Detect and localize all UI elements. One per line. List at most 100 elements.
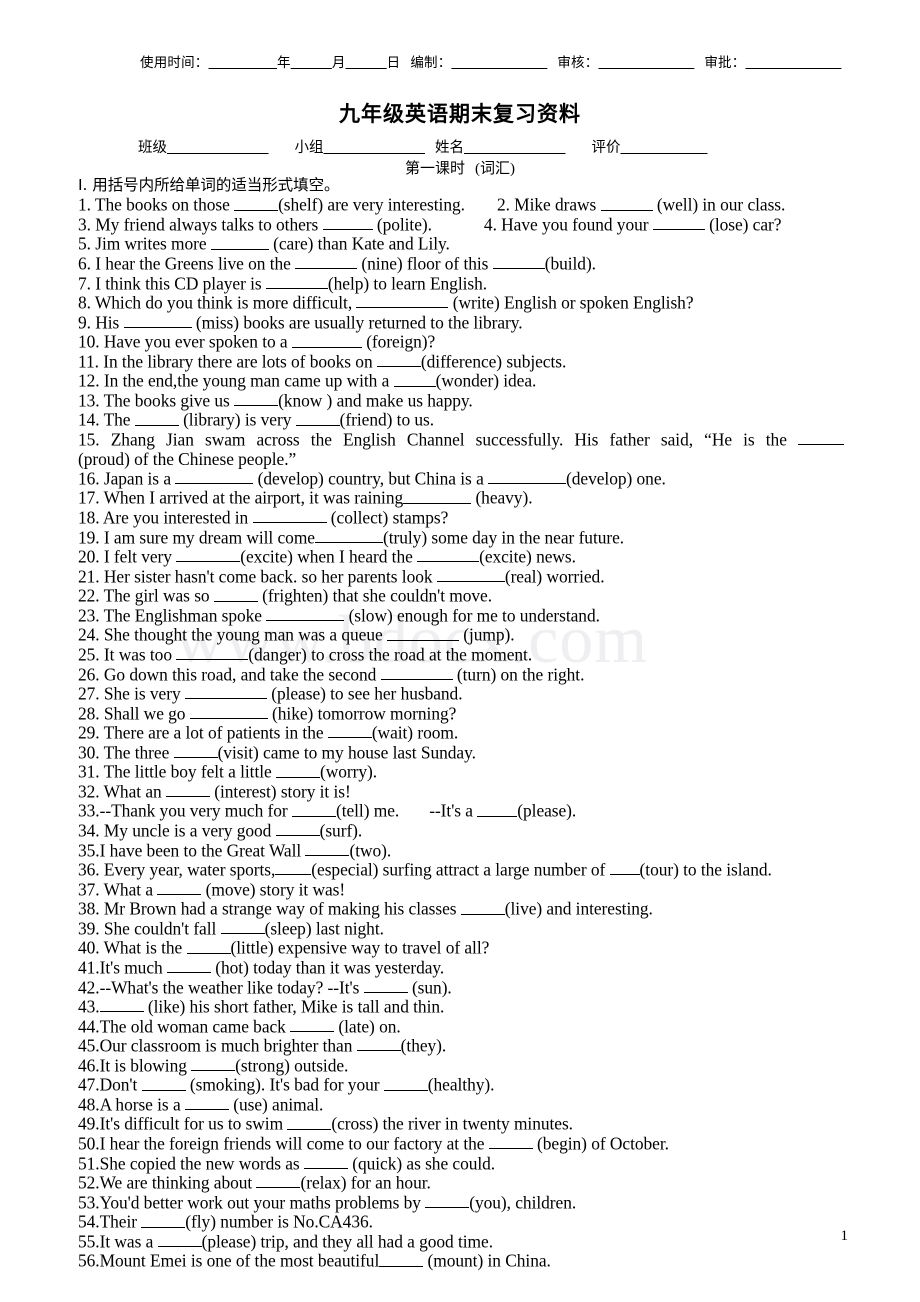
answer-blank[interactable]: [157, 880, 202, 895]
question-number-text: 35.I have been to the Great Wall: [78, 839, 306, 860]
question-line: 16. Japan is a (develop) country, but Ch…: [78, 469, 844, 489]
answer-blank[interactable]: [157, 1232, 202, 1248]
lesson-subtitle-en: (词汇): [475, 161, 515, 177]
question-line: 43. (like) his short father, Mike is tal…: [78, 997, 844, 1017]
answer-blank[interactable]: [383, 1075, 428, 1091]
question-text: (please) trip, and they all had a good t…: [201, 1231, 493, 1252]
answer-blank[interactable]: [295, 254, 358, 270]
question-text: (shelf) are very interesting.: [278, 194, 465, 215]
answer-blank[interactable]: [492, 254, 545, 270]
question-line: 35.I have been to the Great Wall (two).: [78, 839, 844, 861]
reviewed-by-label: 审核：: [557, 55, 599, 71]
answer-blank[interactable]: [275, 860, 312, 876]
question-text: 15. Zhang Jian swam across the English C…: [78, 429, 798, 450]
question-text: (interest) story it is!: [209, 781, 351, 802]
question-text: (polite).: [372, 214, 432, 235]
question-text: (tell) me.: [335, 800, 400, 821]
answer-blank[interactable]: [303, 1154, 348, 1169]
answer-blank[interactable]: [213, 586, 258, 602]
answer-blank[interactable]: [322, 215, 373, 231]
questions-list: 1. The books on those (shelf) are very i…: [78, 195, 844, 1271]
answer-blank[interactable]: [417, 547, 480, 563]
question-text: (lose) car?: [704, 214, 782, 235]
answer-blank[interactable]: [327, 723, 372, 739]
answer-blank[interactable]: [305, 841, 350, 856]
answer-blank[interactable]: [265, 274, 328, 289]
question-text: (wonder) idea.: [435, 370, 537, 391]
question-number-text: 34. My uncle is a very good: [78, 820, 276, 841]
answer-blank[interactable]: [386, 625, 459, 641]
question-text: (mount) in China.: [423, 1250, 551, 1271]
question-number-text: 48.A horse is a: [78, 1094, 185, 1115]
answer-blank[interactable]: [256, 1173, 301, 1189]
answer-blank[interactable]: [393, 371, 436, 387]
question-line: 11. In the library there are lots of boo…: [78, 351, 844, 372]
question-text: (hike) tomorrow morning?: [267, 702, 457, 723]
answer-blank[interactable]: [356, 293, 449, 309]
answer-blank[interactable]: [123, 313, 192, 328]
question-number-text: 50.I hear the foreign friends will come …: [78, 1133, 489, 1154]
answer-blank[interactable]: [252, 508, 327, 524]
question-line: 32. What an (interest) story it is!: [78, 782, 844, 802]
answer-blank[interactable]: [176, 645, 249, 661]
evaluation-label: 评价: [591, 140, 621, 156]
answer-blank[interactable]: [134, 410, 179, 426]
question-text: (they).: [400, 1035, 447, 1056]
answer-blank[interactable]: [488, 1134, 533, 1150]
answer-blank[interactable]: [291, 332, 362, 348]
answer-blank[interactable]: [436, 567, 505, 582]
answer-blank[interactable]: [600, 195, 653, 211]
answer-blank[interactable]: [376, 352, 421, 368]
question-line: 24. She thought the young man was a queu…: [78, 625, 844, 645]
answer-blank[interactable]: [356, 1036, 401, 1052]
answer-blank[interactable]: [141, 1075, 186, 1091]
use-time-blank: ＿＿＿＿＿: [208, 55, 277, 71]
question-number-text: 14. The: [78, 409, 135, 430]
answer-blank[interactable]: [210, 234, 269, 250]
answer-blank[interactable]: [166, 958, 211, 974]
answer-blank[interactable]: [275, 762, 320, 778]
answer-blank[interactable]: [314, 528, 383, 543]
answer-blank[interactable]: [191, 1056, 236, 1072]
answer-blank[interactable]: [460, 899, 505, 915]
answer-blank[interactable]: [220, 919, 265, 935]
answer-blank[interactable]: [275, 821, 320, 837]
answer-blank[interactable]: [141, 1212, 186, 1228]
question-line: 6. I hear the Greens live on the (nine) …: [78, 254, 844, 274]
answer-blank[interactable]: [99, 997, 144, 1013]
answer-blank[interactable]: [266, 606, 345, 622]
answer-blank[interactable]: [186, 938, 231, 954]
question-number-text: 8. Which do you think is more difficult,: [78, 292, 357, 313]
answer-blank[interactable]: [425, 1193, 470, 1208]
question-number-text: 33.--Thank you very much for: [78, 800, 292, 821]
answer-blank[interactable]: [403, 488, 472, 504]
answer-blank[interactable]: [287, 1114, 332, 1130]
answer-blank[interactable]: [379, 1251, 424, 1267]
answer-blank[interactable]: [176, 547, 241, 563]
question-number-text: 21. Her sister hasn't come back. so her …: [78, 565, 437, 586]
answer-blank[interactable]: [290, 1017, 335, 1032]
document-page: www.bdocx.com 使用时间：＿＿＿＿＿年＿＿＿月＿＿＿日 编制：＿＿＿＿…: [0, 0, 920, 1302]
approved-by-blank: ＿＿＿＿＿＿＿: [745, 55, 842, 71]
answer-blank[interactable]: [609, 860, 640, 876]
answer-blank[interactable]: [175, 469, 254, 485]
answer-blank[interactable]: [291, 801, 336, 817]
answer-blank[interactable]: [184, 1095, 229, 1111]
question-number-text: 1. The books on those: [78, 194, 235, 215]
answer-blank[interactable]: [477, 801, 518, 817]
answer-blank[interactable]: [363, 978, 408, 993]
answer-blank[interactable]: [165, 782, 210, 798]
answer-blank[interactable]: [184, 684, 267, 700]
answer-blank[interactable]: [652, 215, 705, 231]
question-line: 1. The books on those (shelf) are very i…: [78, 195, 844, 215]
question-line: 33.--Thank you very much for (tell) me. -…: [78, 801, 844, 821]
answer-blank[interactable]: [798, 430, 844, 446]
answer-blank[interactable]: [189, 704, 268, 719]
answer-blank[interactable]: [380, 665, 453, 680]
answer-blank[interactable]: [488, 469, 567, 485]
answer-blank[interactable]: [295, 410, 340, 426]
answer-blank[interactable]: [173, 743, 218, 759]
answer-blank[interactable]: [234, 195, 279, 211]
answer-blank[interactable]: [234, 391, 279, 407]
question-number-text: 27. She is very: [78, 683, 185, 704]
